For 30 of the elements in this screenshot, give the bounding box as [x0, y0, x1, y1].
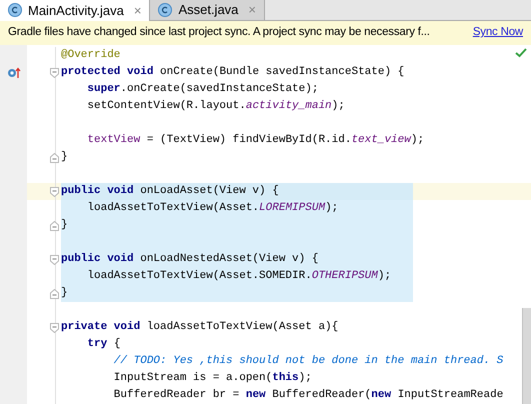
fold-icon[interactable]	[50, 152, 59, 162]
editor-tab[interactable]: MainActivity.java ×	[0, 0, 150, 21]
tab-label: MainActivity.java	[28, 2, 124, 20]
sync-now-link[interactable]: Sync Now	[472, 24, 523, 42]
code-line: private void loadAssetToTextView(Asset a){	[61, 320, 340, 336]
fold-icon[interactable]	[50, 288, 59, 298]
class-icon	[8, 3, 22, 18]
fold-icon[interactable]	[50, 254, 59, 264]
tab-label: Asset.java	[178, 1, 238, 20]
code-line: super.onCreate(savedInstanceState);	[86, 82, 320, 98]
editor-tab[interactable]: Asset.java ×	[150, 0, 266, 20]
code-line: setContentView(R.layout.activity_main);	[86, 99, 346, 114]
code-line: // TODO: Yes ,this should not be done in the main thread. S	[112, 354, 504, 370]
banner-message: Gradle files have changed since last project sync. A project sync may be necessary f...	[8, 25, 430, 40]
fold-icon[interactable]	[50, 186, 59, 196]
scrollbar-thumb[interactable]	[522, 308, 531, 404]
code-line: }	[61, 150, 69, 166]
code-line: textView = (TextView) findViewById(R.id.text_view);	[86, 133, 424, 148]
fold-icon[interactable]	[50, 68, 59, 78]
code-line: protected void onCreate(Bundle savedInstanceState) {	[61, 65, 406, 80]
analysis-ok-icon	[515, 48, 527, 58]
fold-icon[interactable]	[50, 220, 59, 230]
override-marker-icon[interactable]	[7, 66, 21, 78]
code-line: InputStream is = a.open(this);	[112, 371, 313, 386]
code-line: BufferedReader br = new BufferedReader(new InputStreamReade	[112, 388, 504, 404]
code-line: try {	[86, 337, 122, 352]
close-button[interactable]: ×	[134, 0, 142, 20]
code-line: @Override	[61, 48, 122, 64]
fold-icon[interactable]	[50, 322, 59, 332]
class-icon	[158, 2, 172, 17]
